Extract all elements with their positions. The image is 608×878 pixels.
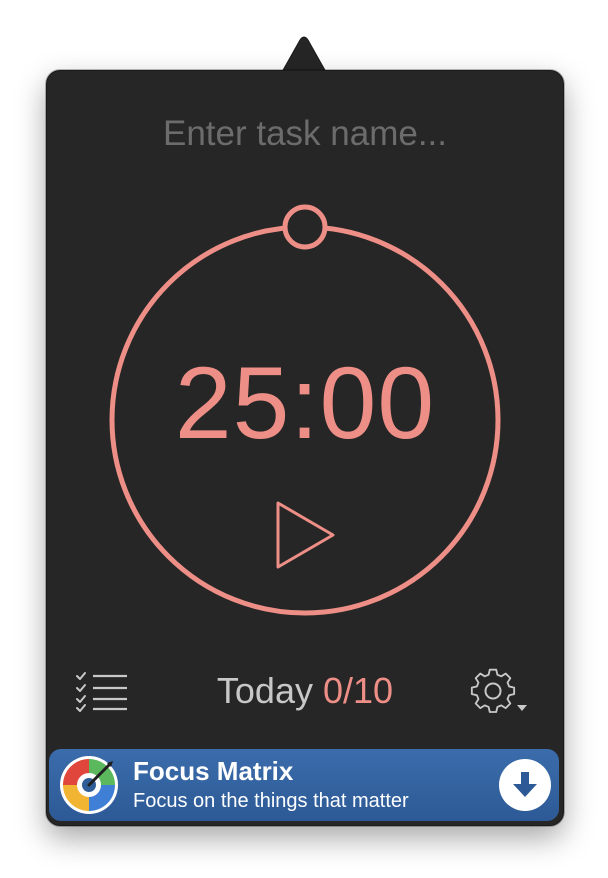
task-list-button[interactable] xyxy=(73,669,133,713)
timer-panel: 25:00 xyxy=(46,70,564,826)
popover: 25:00 xyxy=(0,0,608,878)
play-icon xyxy=(276,501,335,569)
banner-subtitle: Focus on the things that matter xyxy=(133,790,409,812)
today-progress: Today 0/10 xyxy=(177,667,433,715)
chevron-down-icon xyxy=(517,705,527,711)
download-button[interactable] xyxy=(499,759,551,811)
banner-title: Focus Matrix xyxy=(133,756,294,786)
task-list-icon xyxy=(76,672,127,712)
focus-matrix-logo xyxy=(60,756,118,814)
progress-handle[interactable] xyxy=(282,204,328,250)
download-icon xyxy=(513,772,537,797)
today-label: Today xyxy=(216,670,313,711)
play-button[interactable] xyxy=(263,495,343,575)
today-count: 0/10 xyxy=(323,670,394,711)
timer-display: 25:00 xyxy=(174,346,436,460)
task-name-input[interactable] xyxy=(67,107,543,161)
settings-button[interactable] xyxy=(467,667,537,717)
focus-matrix-banner[interactable]: Focus Matrix Focus on the things that ma… xyxy=(49,749,559,821)
popover-arrow xyxy=(282,36,326,72)
gear-icon xyxy=(470,668,527,713)
